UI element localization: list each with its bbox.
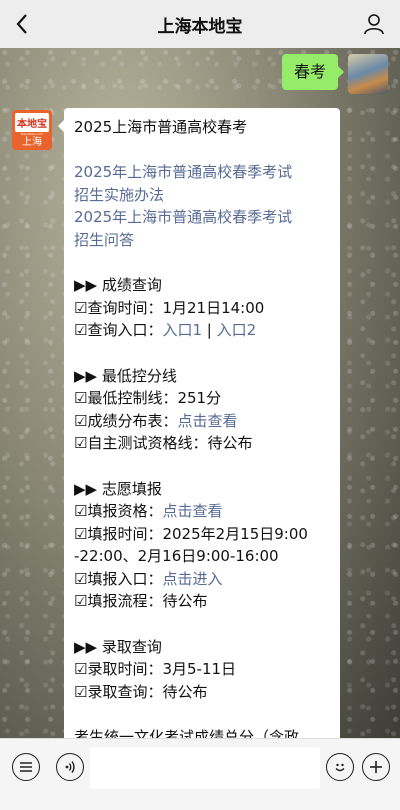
list-icon [20, 762, 32, 772]
outgoing-message: 春考 [281, 54, 388, 94]
score-entry-label: ☑查询入口： [74, 321, 163, 340]
emoji-icon [335, 763, 345, 772]
apply-time-line2: -22:00、2月16日9:00-16:00 [74, 547, 279, 566]
brand-logo: 本地宝 [15, 113, 49, 132]
admission-query: ☑录取查询：待公布 [74, 682, 208, 701]
chevron-left-icon [16, 14, 27, 34]
self-test-line: ☑自主测试资格线：待公布 [74, 434, 253, 453]
add-button[interactable] [362, 753, 390, 781]
score-entry-separator: | [202, 321, 217, 340]
link-implementation-line2[interactable]: 招生实施办法 [74, 184, 340, 207]
back-button[interactable] [10, 12, 34, 36]
section-heading-score: ▶▶ 成绩查询 [74, 276, 162, 295]
menu-button[interactable] [12, 753, 40, 781]
apply-entry-link[interactable]: 点击进入 [162, 570, 222, 588]
chat-title: 上海本地宝 [157, 16, 243, 37]
apply-entry-label: ☑填报入口： [74, 569, 163, 588]
link-implementation-line1[interactable]: 2025年上海市普通高校春季考试 [74, 161, 340, 184]
admission-time: ☑录取时间：3月5-11日 [74, 660, 237, 679]
profile-button[interactable] [362, 12, 386, 36]
message-title: 2025上海市普通高校春考 [74, 118, 248, 136]
chat-header: 上海本地宝 [0, 0, 400, 49]
input-bar [0, 738, 400, 810]
section-heading-min-line: ▶▶ 最低控分线 [74, 366, 177, 385]
my-avatar[interactable] [348, 54, 388, 94]
score-distribution: ☑成绩分布表：点击查看 [74, 410, 340, 433]
plus-icon [370, 761, 382, 773]
qualification-label: ☑填报资格： [74, 502, 163, 521]
user-icon [364, 14, 384, 35]
incoming-bubble: 2025上海市普通高校春考 2025年上海市普通高校春季考试 招生实施办法 20… [64, 108, 340, 748]
voice-button[interactable] [56, 753, 84, 781]
apply-qualification: ☑填报资格：点击查看 [74, 500, 340, 523]
outgoing-bubble[interactable]: 春考 [281, 54, 345, 90]
emoji-button[interactable] [326, 753, 354, 781]
voice-icon [65, 761, 75, 773]
apply-time-line1: ☑填报时间：2025年2月15日9:00 [74, 524, 308, 543]
link-faq-line2[interactable]: 招生问答 [74, 229, 340, 252]
distribution-link[interactable]: 点击查看 [177, 412, 237, 430]
min-control-line: ☑最低控制线：251分 [74, 389, 222, 408]
official-account-avatar[interactable]: 本地宝 Bendibao.com 上海 [12, 110, 52, 150]
apply-process: ☑填报流程：待公布 [74, 592, 208, 611]
score-query-entry: ☑查询入口：入口1 | 入口2 [74, 319, 340, 342]
apply-entry: ☑填报入口：点击进入 [74, 568, 340, 591]
section-heading-apply: ▶▶ 志愿填报 [74, 479, 162, 498]
distribution-label: ☑成绩分布表： [74, 411, 178, 430]
brand-city: 上海 [22, 137, 42, 148]
qualification-link[interactable]: 点击查看 [162, 502, 222, 520]
link-faq-line1[interactable]: 2025年上海市普通高校春季考试 [74, 206, 340, 229]
score-query-time: ☑查询时间：1月21日14:00 [74, 298, 265, 317]
message-input[interactable] [90, 747, 320, 789]
section-heading-admission: ▶▶ 录取查询 [74, 637, 162, 656]
score-entry-2-link[interactable]: 入口2 [217, 321, 257, 339]
score-entry-1-link[interactable]: 入口1 [162, 321, 202, 339]
